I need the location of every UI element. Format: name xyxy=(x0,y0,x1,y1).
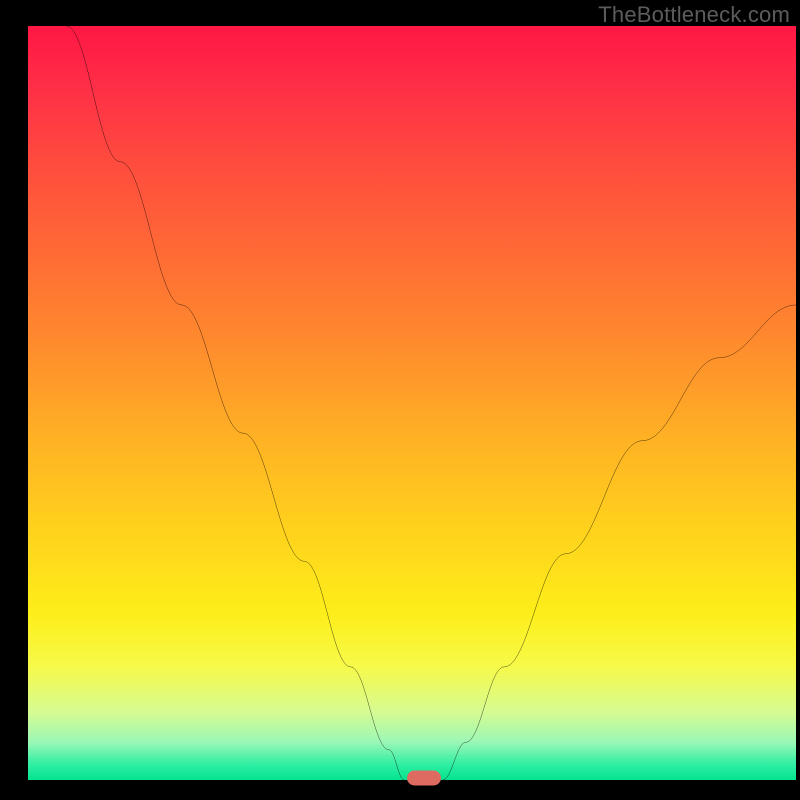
bottleneck-curve xyxy=(28,26,796,780)
curve-left-branch xyxy=(66,26,404,780)
curve-right-branch xyxy=(443,305,796,780)
plot-area xyxy=(28,26,796,780)
optimal-marker xyxy=(407,771,441,786)
chart-frame: TheBottleneck.com xyxy=(0,0,800,800)
watermark-text: TheBottleneck.com xyxy=(598,2,790,28)
